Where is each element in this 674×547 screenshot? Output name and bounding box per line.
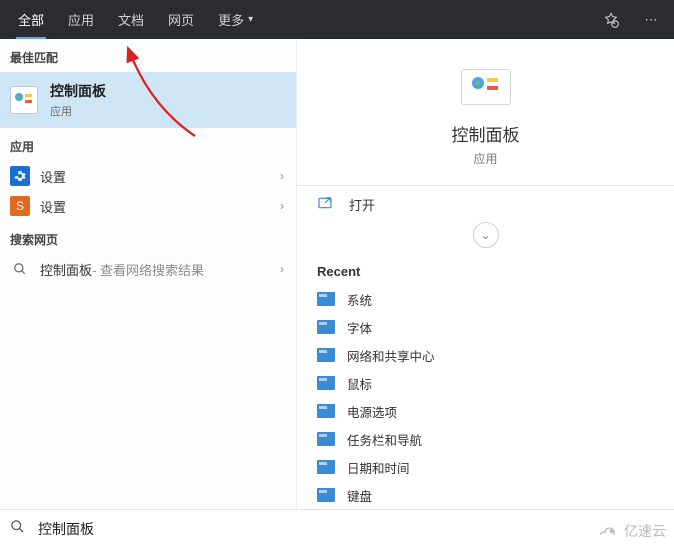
settings-app-icon: S (10, 196, 30, 216)
expand-button[interactable]: ⌄ (473, 222, 499, 248)
recent-item[interactable]: 键盘 (309, 481, 662, 509)
recent-item-label: 网络和共享中心 (347, 346, 435, 365)
chevron-down-icon: ▾ (248, 14, 253, 25)
panel-item-icon (317, 320, 335, 334)
chevron-right-icon: › (280, 199, 284, 213)
tab-web[interactable]: 网页 (156, 0, 206, 39)
search-icon (10, 262, 30, 276)
open-icon (317, 195, 339, 214)
preview-subtitle: 应用 (297, 150, 674, 167)
search-input[interactable] (38, 521, 664, 537)
tab-more[interactable]: 更多 ▾ (206, 0, 265, 39)
recent-header: Recent (297, 256, 674, 285)
recent-item[interactable]: 网络和共享中心 (309, 341, 662, 369)
recent-item[interactable]: 系统 (309, 285, 662, 313)
panel-item-icon (317, 348, 335, 362)
open-label: 打开 (349, 195, 375, 214)
web-search-item[interactable]: 控制面板 - 查看网络搜索结果 › (0, 254, 296, 284)
app-item-settings-1[interactable]: 设置 › (0, 161, 296, 191)
panel-item-icon (317, 404, 335, 418)
gear-icon (10, 166, 30, 186)
top-tab-bar: 全部 应用 文档 网页 更多 ▾ ⋯ (0, 0, 674, 39)
app-item-label: 设置 (40, 197, 66, 216)
tab-more-label: 更多 (218, 10, 244, 29)
chevron-down-icon: ⌄ (480, 228, 490, 242)
best-match-subtitle: 应用 (50, 103, 106, 119)
tab-apps[interactable]: 应用 (56, 0, 106, 39)
search-bar (0, 509, 674, 547)
recent-item[interactable]: 任务栏和导航 (309, 425, 662, 453)
recent-item[interactable]: 字体 (309, 313, 662, 341)
chevron-right-icon: › (280, 262, 284, 276)
panel-item-icon (317, 460, 335, 474)
search-icon (10, 519, 28, 539)
panel-item-icon (317, 292, 335, 306)
tab-all[interactable]: 全部 (6, 0, 56, 39)
search-web-header: 搜索网页 (0, 221, 296, 254)
apps-header: 应用 (0, 128, 296, 161)
panel-item-icon (317, 488, 335, 502)
control-panel-icon (461, 69, 511, 105)
best-match-title: 控制面板 (50, 81, 106, 101)
recent-item-label: 日期和时间 (347, 458, 410, 477)
recent-list: 系统 字体 网络和共享中心 鼠标 电源选项 任务栏和导航 日期和时间 键盘 (297, 285, 674, 509)
recent-item[interactable]: 日期和时间 (309, 453, 662, 481)
recent-item[interactable]: 鼠标 (309, 369, 662, 397)
recent-item-label: 电源选项 (347, 402, 397, 421)
panel-item-icon (317, 376, 335, 390)
preview-title: 控制面板 (297, 121, 674, 146)
results-pane: 最佳匹配 控制面板 应用 应用 设置 › S 设置 › 搜索网页 (0, 39, 296, 509)
recent-item-label: 系统 (347, 290, 372, 309)
feedback-icon[interactable] (594, 4, 628, 36)
web-item-suffix: - 查看网络搜索结果 (92, 260, 204, 279)
recent-item[interactable]: 电源选项 (309, 397, 662, 425)
recent-item-label: 键盘 (347, 486, 372, 505)
panel-item-icon (317, 432, 335, 446)
recent-item-label: 鼠标 (347, 374, 372, 393)
app-item-label: 设置 (40, 167, 66, 186)
app-item-settings-2[interactable]: S 设置 › (0, 191, 296, 221)
chevron-right-icon: › (280, 169, 284, 183)
recent-item-label: 任务栏和导航 (347, 430, 422, 449)
best-match-item[interactable]: 控制面板 应用 (0, 72, 296, 128)
preview-pane: 控制面板 应用 打开 ⌄ Recent 系统 字体 网络和共享中心 鼠标 电源选… (296, 39, 674, 509)
best-match-header: 最佳匹配 (0, 39, 296, 72)
more-options-icon[interactable]: ⋯ (634, 4, 668, 36)
tab-docs[interactable]: 文档 (106, 0, 156, 39)
recent-item-label: 字体 (347, 318, 372, 337)
open-action[interactable]: 打开 (297, 186, 674, 222)
web-item-label: 控制面板 (40, 260, 92, 279)
control-panel-icon (10, 86, 38, 114)
